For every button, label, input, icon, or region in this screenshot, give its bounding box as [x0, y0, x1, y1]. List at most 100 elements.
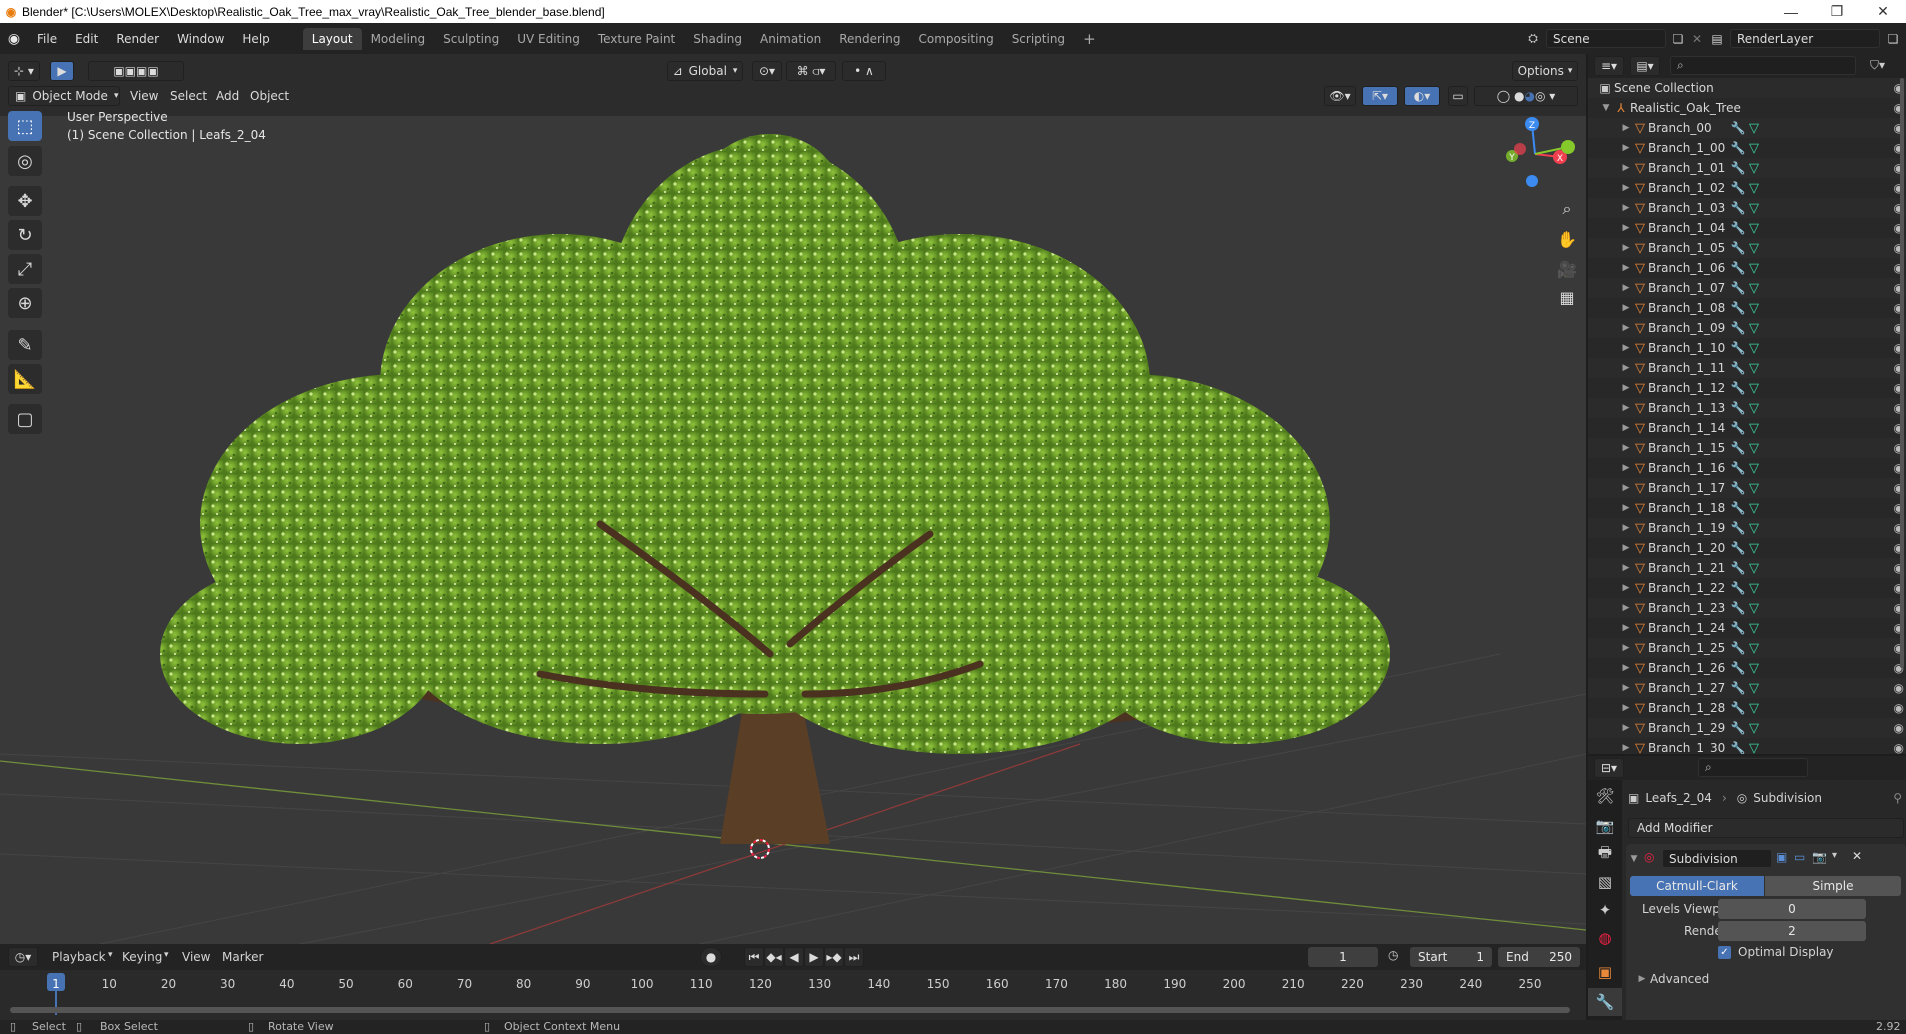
outliner-item[interactable]: ▶ ▽ Branch_1_04 🔧 ▽ ◉: [1588, 218, 1906, 238]
expand-arrow-icon[interactable]: ▶: [1620, 503, 1632, 513]
outliner-item[interactable]: ▶ ▽ Branch_1_29 🔧 ▽ ◉: [1588, 718, 1906, 738]
tab-object-icon[interactable]: ▣: [1588, 958, 1622, 986]
outliner-item[interactable]: ▶ ▽ Branch_1_18 🔧 ▽ ◉: [1588, 498, 1906, 518]
new-scene-icon[interactable]: ❏: [1666, 32, 1690, 46]
expand-arrow-icon[interactable]: ▶: [1620, 123, 1632, 133]
eye-icon[interactable]: ◉: [1894, 721, 1904, 735]
expand-arrow-icon[interactable]: ▶: [1620, 683, 1632, 693]
mesh-data-icon[interactable]: ▽: [1746, 721, 1762, 736]
outliner-panel[interactable]: ≡▾ ▤▾ ⌕ ⛉▾ ▣ Scene Collection ◉ ▼ ⅄ Real…: [1588, 54, 1906, 754]
modifier-wrench-icon[interactable]: 🔧: [1730, 621, 1746, 635]
outliner-item[interactable]: ▶ ▽ Branch_1_16 🔧 ▽ ◉: [1588, 458, 1906, 478]
outliner-item[interactable]: ▶ ▽ Branch_1_19 🔧 ▽ ◉: [1588, 518, 1906, 538]
mesh-data-icon[interactable]: ▽: [1746, 221, 1762, 236]
outliner-item[interactable]: ▶ ▽ Branch_1_10 🔧 ▽ ◉: [1588, 338, 1906, 358]
viewport-menu-select[interactable]: Select: [170, 89, 207, 103]
mesh-data-icon[interactable]: ▽: [1746, 421, 1762, 436]
simple-button[interactable]: Simple: [1765, 876, 1901, 896]
modifier-wrench-icon[interactable]: 🔧: [1730, 341, 1746, 355]
expand-arrow-icon[interactable]: ▶: [1620, 423, 1632, 433]
modifier-wrench-icon[interactable]: 🔧: [1730, 481, 1746, 495]
modifier-wrench-icon[interactable]: 🔧: [1730, 541, 1746, 555]
mesh-data-icon[interactable]: ▽: [1746, 561, 1762, 576]
outliner-item[interactable]: ▶ ▽ Branch_1_21 🔧 ▽ ◉: [1588, 558, 1906, 578]
tab-output-icon[interactable]: 🖶: [1588, 840, 1622, 868]
select-mode-buttons[interactable]: ▣▣▣▣: [88, 61, 184, 81]
expand-arrow-icon[interactable]: ▶: [1620, 563, 1632, 573]
outliner-scrollbar[interactable]: [1900, 78, 1904, 668]
new-layer-icon[interactable]: ❏: [1880, 32, 1906, 46]
outliner-item[interactable]: ▶ ▽ Branch_1_25 🔧 ▽ ◉: [1588, 638, 1906, 658]
expand-arrow-icon[interactable]: ▶: [1620, 483, 1632, 493]
outliner-item[interactable]: ▶ ▽ Branch_1_28 🔧 ▽ ◉: [1588, 698, 1906, 718]
3d-viewport[interactable]: ⊹ ▾ ▶ ▣▣▣▣ ⊿ Global ▾ ⊙▾ ⌘ ⫏▾ • ∧ Option…: [0, 54, 1586, 944]
expand-arrow-icon[interactable]: ▶: [1620, 183, 1632, 193]
outliner-item[interactable]: ▶ ▽ Branch_1_06 🔧 ▽ ◉: [1588, 258, 1906, 278]
xray-toggle-button[interactable]: ▭: [1448, 86, 1468, 106]
catmull-clark-button[interactable]: Catmull-Clark: [1630, 876, 1764, 896]
object-mode-dropdown[interactable]: ▣ Object Mode ▾: [8, 86, 120, 106]
mesh-data-icon[interactable]: ▽: [1746, 601, 1762, 616]
eye-icon[interactable]: ◉: [1894, 681, 1904, 695]
expand-arrow-icon[interactable]: ▶: [1620, 343, 1632, 353]
expand-arrow-icon[interactable]: ▶: [1620, 603, 1632, 613]
tool-cursor[interactable]: ◎: [8, 146, 42, 176]
expand-arrow-icon[interactable]: ▶: [1620, 743, 1632, 753]
expand-arrow-icon[interactable]: ▶: [1620, 703, 1632, 713]
filter-icon[interactable]: ⛉▾: [1870, 58, 1885, 73]
menu-edit[interactable]: Edit: [66, 32, 107, 46]
tool-add-cube[interactable]: ▢: [8, 404, 42, 434]
expand-arrow-icon[interactable]: ▶: [1620, 203, 1632, 213]
chevron-down-icon[interactable]: ▾: [1832, 850, 1837, 861]
levels-viewport-field[interactable]: 0: [1718, 899, 1866, 919]
expand-arrow-icon[interactable]: ▶: [1620, 463, 1632, 473]
eye-icon[interactable]: ◉: [1894, 701, 1904, 715]
outliner-item[interactable]: ▶ ▽ Branch_1_30 🔧 ▽ ◉: [1588, 738, 1906, 755]
tab-uv-editing[interactable]: UV Editing: [508, 28, 589, 50]
modifier-wrench-icon[interactable]: 🔧: [1730, 661, 1746, 675]
modifier-wrench-icon[interactable]: 🔧: [1730, 521, 1746, 535]
navigation-gizmo[interactable]: Z X Y: [1490, 109, 1580, 199]
mesh-data-icon[interactable]: ▽: [1746, 321, 1762, 336]
tool-move[interactable]: ✥: [8, 186, 42, 216]
tool-rotate[interactable]: ↻: [8, 220, 42, 250]
select-tool-icon[interactable]: ▶: [50, 61, 74, 81]
editmode-toggle-icon[interactable]: ▣: [1776, 850, 1787, 864]
menu-file[interactable]: File: [28, 32, 66, 46]
outliner-item[interactable]: ▶ ▽ Branch_1_05 🔧 ▽ ◉: [1588, 238, 1906, 258]
modifier-wrench-icon[interactable]: 🔧: [1730, 641, 1746, 655]
render-levels-field[interactable]: 2: [1718, 921, 1866, 941]
tab-rendering[interactable]: Rendering: [830, 28, 909, 50]
properties-panel[interactable]: ⊟▾ ⌕ 🛠 📷 🖶 ▧ ✦ ◍ ▣ 🔧 ▣ Leafs_2_04 › ◎ Su…: [1588, 756, 1906, 1034]
properties-editor-type-button[interactable]: ⊟▾: [1594, 758, 1624, 778]
mesh-data-icon[interactable]: ▽: [1746, 461, 1762, 476]
mesh-data-icon[interactable]: ▽: [1746, 201, 1762, 216]
modifier-wrench-icon[interactable]: 🔧: [1730, 561, 1746, 575]
tool-transform[interactable]: ⊕: [8, 288, 42, 318]
expand-arrow-icon[interactable]: ▶: [1620, 663, 1632, 673]
modifier-wrench-icon[interactable]: 🔧: [1730, 321, 1746, 335]
tab-shading[interactable]: Shading: [684, 28, 751, 50]
pan-hand-icon[interactable]: ✋: [1554, 226, 1580, 252]
shading-mode-buttons[interactable]: ◯ ● ◕ ◎ ▾: [1474, 86, 1578, 106]
maximize-button[interactable]: ❐: [1814, 3, 1860, 20]
outliner-item[interactable]: ▶ ▽ Branch_1_14 🔧 ▽ ◉: [1588, 418, 1906, 438]
expand-arrow-icon[interactable]: ▶: [1620, 303, 1632, 313]
outliner-item[interactable]: ▶ ▽ Branch_1_12 🔧 ▽ ◉: [1588, 378, 1906, 398]
eye-icon[interactable]: ◉: [1894, 741, 1904, 754]
modifier-wrench-icon[interactable]: 🔧: [1730, 301, 1746, 315]
modifier-name-field[interactable]: Subdivision: [1662, 849, 1772, 868]
pin-icon[interactable]: ⚲: [1893, 791, 1902, 805]
viewport-toggle-icon[interactable]: ▭: [1794, 850, 1805, 864]
zoom-icon[interactable]: ⌕: [1554, 196, 1580, 222]
outliner-item[interactable]: ▶ ▽ Branch_1_09 🔧 ▽ ◉: [1588, 318, 1906, 338]
modifier-wrench-icon[interactable]: 🔧: [1730, 741, 1746, 754]
overlay-toggle-button[interactable]: ◐▾: [1404, 86, 1440, 106]
modifier-wrench-icon[interactable]: 🔧: [1730, 421, 1746, 435]
tool-annotate[interactable]: ✎: [8, 330, 42, 360]
mesh-data-icon[interactable]: ▽: [1746, 401, 1762, 416]
expand-arrow-icon[interactable]: ▶: [1620, 403, 1632, 413]
mesh-data-icon[interactable]: ▽: [1746, 741, 1762, 755]
tab-compositing[interactable]: Compositing: [909, 28, 1002, 50]
mesh-data-icon[interactable]: ▽: [1746, 381, 1762, 396]
